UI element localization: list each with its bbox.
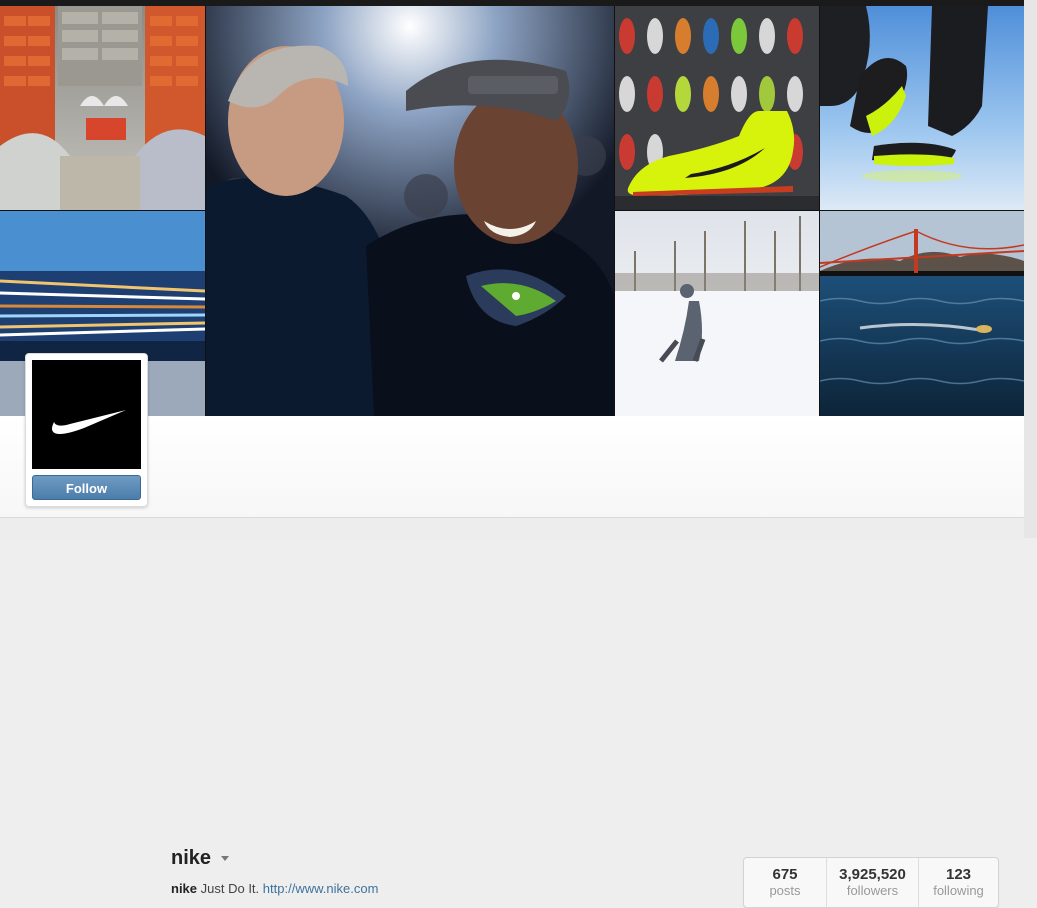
bio-handle: nike [171, 881, 198, 896]
profile-header-bar: nike nike Just Do It. http://www.nike.co… [0, 416, 1024, 908]
chevron-down-icon[interactable] [221, 856, 229, 861]
stat-following-value: 123 [945, 866, 972, 883]
cover-photo-shoe-store[interactable] [0, 6, 205, 210]
cover-photo-grid [0, 6, 1024, 416]
profile-bio: nike Just Do It. http://www.nike.com [171, 881, 378, 896]
stat-posts-value: 675 [772, 866, 798, 883]
stat-following[interactable]: 123 following [918, 858, 998, 907]
page-right-gutter [1024, 0, 1037, 538]
stat-following-label: following [933, 883, 984, 898]
cover-photo-celebration[interactable] [206, 6, 614, 416]
cover-photo-boot-wall[interactable] [615, 6, 819, 210]
stat-followers-value: 3,925,520 [839, 866, 906, 883]
stat-posts[interactable]: 675 posts [744, 858, 826, 907]
bio-text: Just Do It. [200, 881, 260, 896]
profile-username: nike [171, 847, 212, 869]
stat-followers-label: followers [846, 883, 899, 898]
stat-posts-label: posts [769, 883, 801, 898]
cover-photo-golden-gate[interactable] [820, 211, 1024, 416]
follow-button[interactable]: Follow [32, 475, 141, 500]
stat-followers[interactable]: 3,925,520 followers [826, 858, 918, 907]
nike-swoosh-icon [52, 410, 126, 434]
profile-avatar-card: Follow [25, 353, 148, 507]
avatar[interactable] [32, 360, 141, 469]
cover-photo-winter-runner[interactable] [615, 211, 819, 416]
bio-website-link[interactable]: http://www.nike.com [263, 881, 379, 896]
profile-stats: 675 posts 3,925,520 followers 123 follow… [743, 857, 999, 908]
cover-photo-running-feet[interactable] [820, 6, 1024, 210]
page-lower-area [0, 518, 1024, 538]
